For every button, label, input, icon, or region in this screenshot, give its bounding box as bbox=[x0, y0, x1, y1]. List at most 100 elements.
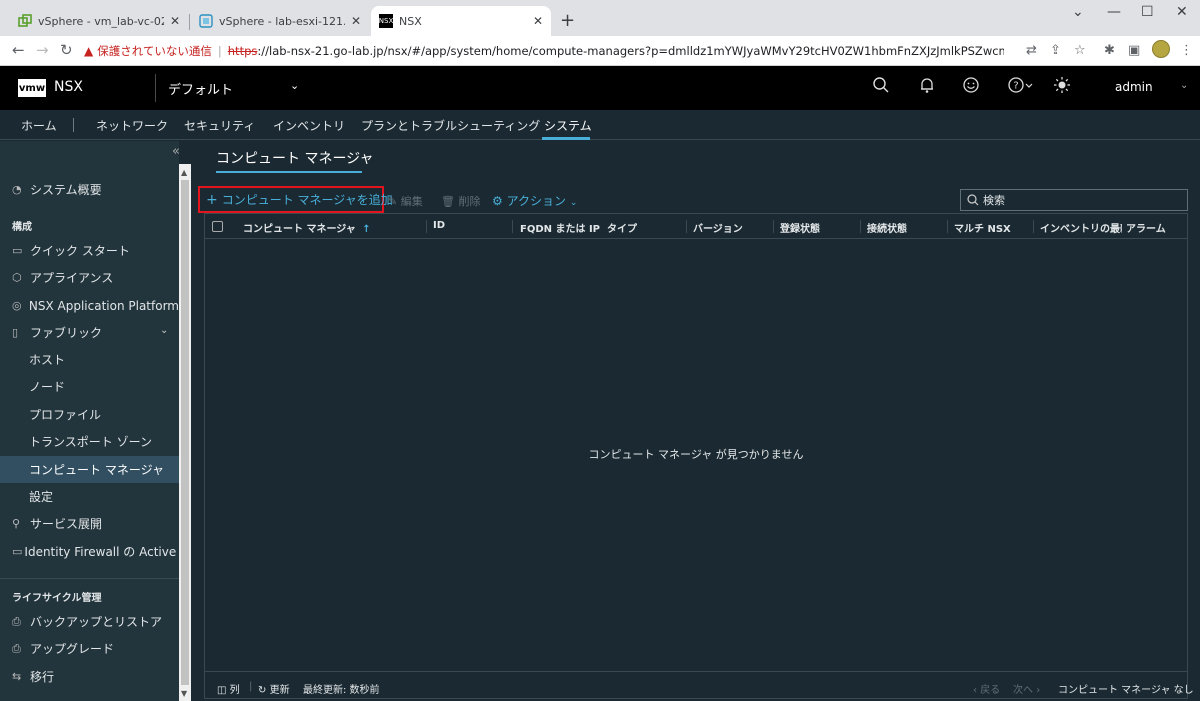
column-header-compute-manager[interactable]: コンピュート マネージャ ↑ bbox=[243, 220, 393, 235]
sidebar-item-system-overview[interactable]: ◔ システム概要 bbox=[0, 176, 179, 203]
project-selector[interactable]: デフォルト bbox=[168, 79, 233, 98]
previous-page-button[interactable]: ‹ 戻る bbox=[973, 681, 1000, 696]
tab-inventory[interactable]: インベントリ bbox=[273, 117, 345, 134]
search-input[interactable] bbox=[983, 193, 1163, 207]
trash-icon: 🗑 bbox=[441, 195, 455, 208]
sidebar-item-label: ホスト bbox=[29, 353, 66, 367]
nav-divider bbox=[73, 118, 74, 132]
sidebar-item-label: アプライアンス bbox=[30, 271, 114, 285]
back-icon[interactable]: ← bbox=[12, 41, 25, 59]
sort-ascending-icon: ↑ bbox=[362, 224, 371, 235]
sidebar-item-nodes[interactable]: ノード bbox=[0, 373, 179, 400]
column-header-inventory-updated[interactable]: インベントリの最新 bbox=[1040, 220, 1122, 235]
sidebar-scrollbar-thumb[interactable] bbox=[181, 180, 189, 685]
sidebar-item-fabric[interactable]: ▯ ファブリック bbox=[0, 319, 179, 346]
side-panel-icon[interactable]: ▣ bbox=[1128, 43, 1140, 58]
column-divider bbox=[426, 220, 427, 233]
sidebar-item-compute-managers[interactable]: コンピュート マネージャ bbox=[0, 456, 179, 483]
share-icon[interactable]: ⇪ bbox=[1050, 43, 1061, 58]
scroll-down-icon[interactable]: ▼ bbox=[181, 689, 187, 698]
compute-managers-grid: コンピュート マネージャ ↑ ID FQDN または IP ア タイプ バージョ… bbox=[204, 213, 1194, 699]
columns-icon: ◫ bbox=[217, 685, 227, 696]
theme-sun-icon[interactable] bbox=[1053, 76, 1071, 99]
column-header-fqdn[interactable]: FQDN または IP ア bbox=[520, 220, 600, 235]
browser-tab-nsx[interactable]: NSX NSX ✕ bbox=[371, 6, 551, 36]
tab-security[interactable]: セキュリティ bbox=[184, 117, 255, 134]
forward-icon[interactable]: → bbox=[36, 41, 49, 59]
header-divider bbox=[155, 74, 156, 102]
column-toggle-button[interactable]: ◫ 列 bbox=[217, 681, 240, 696]
feedback-smiley-icon[interactable] bbox=[962, 76, 980, 99]
column-header-multi-nsx[interactable]: マルチ NSX bbox=[954, 220, 1011, 235]
last-updated-text: 最終更新: 数秒前 bbox=[303, 685, 380, 696]
sidebar-item-appliances[interactable]: ⬡ アプライアンス bbox=[0, 264, 179, 291]
browser-tab-vsphere-vm[interactable]: vSphere - vm_lab-vc-02 - 仮想マ ✕ bbox=[10, 6, 188, 36]
delete-button[interactable]: 🗑 削除 bbox=[441, 193, 480, 209]
tab-home[interactable]: ホーム bbox=[21, 117, 57, 134]
sidebar-item-identity-firewall[interactable]: ▭ Identity Firewall の Active ... bbox=[0, 538, 179, 565]
refresh-icon: ↻ bbox=[258, 685, 267, 696]
sidebar-item-transport-zones[interactable]: トランスポート ゾーン bbox=[0, 428, 179, 455]
chevron-right-icon: › bbox=[1036, 685, 1041, 696]
url-text: ://lab-nsx-21.go-lab.jp/nsx/#/app/system… bbox=[257, 44, 1004, 58]
platform-icon: ◎ bbox=[12, 299, 22, 312]
sidebar-item-hosts[interactable]: ホスト bbox=[0, 346, 179, 373]
vsphere-icon bbox=[18, 14, 32, 28]
chevron-down-icon[interactable]: ⌄ bbox=[290, 79, 299, 92]
next-page-button[interactable]: 次へ › bbox=[1013, 681, 1040, 696]
sidebar-item-quick-start[interactable]: ▭ クイック スタート bbox=[0, 237, 179, 264]
maximize-icon[interactable]: ☐ bbox=[1141, 4, 1154, 20]
scroll-up-icon[interactable]: ▲ bbox=[181, 168, 187, 177]
item-count: コンピュート マネージャ なし bbox=[1058, 685, 1194, 696]
close-icon[interactable]: ✕ bbox=[351, 14, 361, 28]
chevron-down-icon[interactable]: ⌄ bbox=[1180, 80, 1188, 91]
security-warning[interactable]: 保護されていない通信 bbox=[97, 43, 212, 59]
new-tab-button[interactable]: + bbox=[560, 10, 575, 31]
tab-search-icon[interactable]: ⌄ bbox=[1072, 4, 1084, 20]
select-all-checkbox[interactable] bbox=[212, 221, 223, 232]
add-compute-manager-button[interactable]: + コンピュート マネージャを追加 bbox=[198, 186, 393, 213]
sidebar-item-profiles[interactable]: プロファイル bbox=[0, 401, 179, 428]
sidebar-item-service-deployments[interactable]: ⚲ サービス展開 bbox=[0, 510, 179, 537]
refresh-button[interactable]: ↻ 更新 bbox=[258, 681, 290, 696]
translate-icon[interactable]: ⇄ bbox=[1026, 43, 1037, 58]
minimize-icon[interactable]: — bbox=[1107, 4, 1121, 20]
extensions-icon[interactable]: ✱ bbox=[1104, 43, 1115, 58]
collapse-sidebar-icon[interactable]: « bbox=[172, 144, 180, 159]
migrate-icon: ⇆ bbox=[12, 670, 22, 683]
sidebar-item-settings[interactable]: 設定 bbox=[0, 483, 179, 510]
profile-avatar[interactable] bbox=[1152, 40, 1170, 58]
chevron-down-icon[interactable]: ⌄ bbox=[160, 325, 168, 336]
column-header-alarms[interactable]: アラーム bbox=[1126, 220, 1166, 235]
tab-system[interactable]: システム bbox=[544, 117, 592, 134]
reload-icon[interactable]: ↻ bbox=[60, 41, 73, 59]
column-header-type[interactable]: タイプ bbox=[607, 220, 637, 235]
column-header-version[interactable]: バージョン bbox=[693, 220, 743, 235]
tab-plan-troubleshoot[interactable]: プランとトラブルシューティング bbox=[361, 117, 540, 134]
sidebar-item-nsx-application-platform[interactable]: ◎ NSX Application Platform bbox=[0, 292, 179, 319]
active-tab-indicator bbox=[542, 137, 590, 140]
actions-menu[interactable]: ⚙ アクション ⌄ bbox=[492, 192, 577, 209]
bookmark-star-icon[interactable]: ☆ bbox=[1074, 43, 1086, 58]
menu-icon[interactable]: ⋮ bbox=[1180, 43, 1193, 58]
grid-footer: ◫ 列 | ↻ 更新 最終更新: 数秒前 ‹ 戻る 次へ › コンピュート マネ… bbox=[205, 671, 1194, 699]
sidebar-item-migrate[interactable]: ⇆ 移行 bbox=[0, 663, 179, 690]
help-icon[interactable]: ? bbox=[1007, 76, 1033, 99]
search-field[interactable] bbox=[960, 189, 1188, 211]
sidebar-item-upgrade[interactable]: ⎙ アップグレード bbox=[0, 635, 179, 662]
tab-networking[interactable]: ネットワーク bbox=[96, 117, 168, 134]
edit-button[interactable]: ✎ 編集 bbox=[388, 193, 423, 209]
browser-tab-vsphere-esxi[interactable]: vSphere - lab-esxi-121.go-lab.jp ✕ bbox=[191, 6, 369, 36]
chevron-down-icon: ⌄ bbox=[569, 198, 578, 208]
column-header-registration-status[interactable]: 登録状態 bbox=[780, 220, 820, 235]
window-close-icon[interactable]: ✕ bbox=[1176, 4, 1188, 20]
sidebar-item-backup-restore[interactable]: ⎙ バックアップとリストア bbox=[0, 608, 179, 635]
column-header-id[interactable]: ID bbox=[433, 220, 445, 231]
search-icon[interactable] bbox=[872, 76, 890, 99]
close-icon[interactable]: ✕ bbox=[533, 14, 543, 28]
column-header-connection-status[interactable]: 接続状態 bbox=[867, 220, 907, 235]
bell-icon[interactable] bbox=[918, 76, 936, 99]
omnibox[interactable]: ▲ 保護されていない通信 | https ://lab-nsx-21.go-la… bbox=[84, 39, 1004, 63]
close-icon[interactable]: ✕ bbox=[170, 14, 180, 28]
user-menu[interactable]: admin bbox=[1115, 80, 1153, 94]
